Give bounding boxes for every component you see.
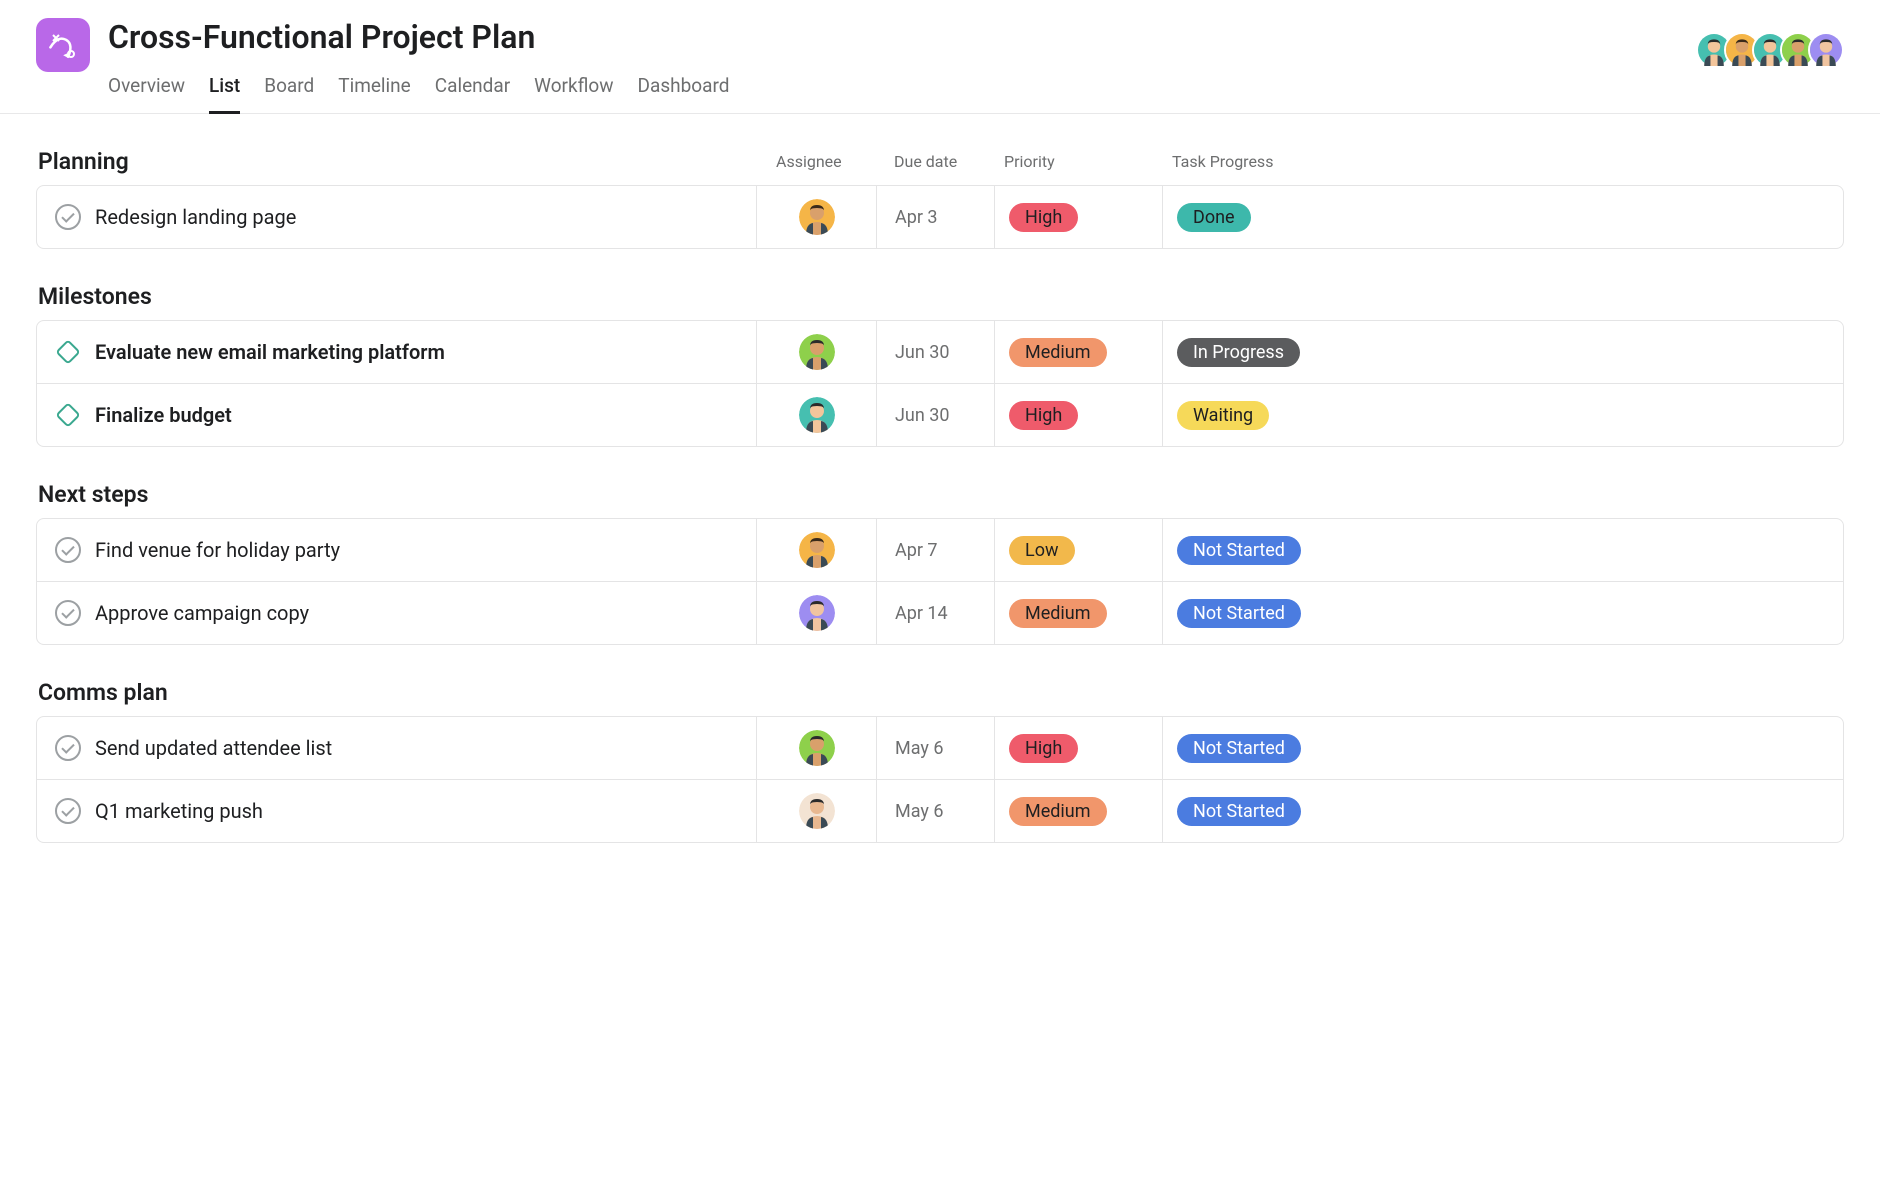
section-title[interactable]: Comms plan bbox=[36, 679, 756, 706]
assignee-avatar[interactable] bbox=[799, 595, 835, 631]
progress-cell[interactable]: Not Started bbox=[1163, 582, 1339, 644]
complete-task-icon[interactable] bbox=[55, 798, 81, 824]
progress-cell[interactable]: Done bbox=[1163, 186, 1339, 248]
task-row[interactable]: Send updated attendee list May 6 High Not … bbox=[37, 717, 1843, 780]
priority-cell[interactable]: High bbox=[995, 384, 1163, 446]
tab-calendar[interactable]: Calendar bbox=[435, 66, 510, 114]
progress-cell[interactable]: Not Started bbox=[1163, 519, 1339, 581]
tab-board[interactable]: Board bbox=[264, 66, 314, 114]
tab-overview[interactable]: Overview bbox=[108, 66, 185, 114]
project-tabs: Overview List Board Timeline Calendar Workflo… bbox=[108, 66, 1678, 113]
task-row[interactable]: Redesign landing page Apr 3 High Done bbox=[37, 186, 1843, 248]
assignee-cell[interactable] bbox=[757, 186, 877, 248]
progress-cell[interactable]: Waiting bbox=[1163, 384, 1339, 446]
due-date-cell[interactable]: Apr 7 bbox=[877, 519, 995, 581]
task-row[interactable]: Q1 marketing push May 6 Medium Not Started bbox=[37, 780, 1843, 842]
task-row[interactable]: Approve campaign copy Apr 14 Medium Not St… bbox=[37, 582, 1843, 644]
task-name[interactable]: Approve campaign copy bbox=[95, 601, 309, 625]
priority-cell[interactable]: Low bbox=[995, 519, 1163, 581]
progress-pill: Not Started bbox=[1177, 797, 1301, 826]
column-header-due_date[interactable]: Due date bbox=[876, 152, 994, 171]
milestone-icon[interactable] bbox=[55, 339, 81, 365]
assignee-cell[interactable] bbox=[757, 321, 877, 383]
priority-pill: Medium bbox=[1009, 599, 1107, 628]
column-header-task_progress[interactable]: Task Progress bbox=[1162, 152, 1338, 171]
task-row[interactable]: Finalize budget Jun 30 High Waiting bbox=[37, 384, 1843, 446]
priority-cell[interactable]: High bbox=[995, 186, 1163, 248]
task-row[interactable]: Find venue for holiday party Apr 7 Low Not… bbox=[37, 519, 1843, 582]
task-name[interactable]: Q1 marketing push bbox=[95, 799, 263, 823]
task-name[interactable]: Send updated attendee list bbox=[95, 736, 332, 760]
complete-task-icon[interactable] bbox=[55, 735, 81, 761]
assignee-avatar[interactable] bbox=[799, 532, 835, 568]
task-name[interactable]: Evaluate new email marketing platform bbox=[95, 340, 445, 364]
tab-list[interactable]: List bbox=[209, 66, 240, 114]
tab-workflow[interactable]: Workflow bbox=[534, 66, 613, 114]
due-date-cell[interactable]: Apr 3 bbox=[877, 186, 995, 248]
priority-pill: High bbox=[1009, 734, 1078, 763]
project-icon[interactable] bbox=[36, 18, 90, 72]
priority-cell[interactable]: Medium bbox=[995, 321, 1163, 383]
assignee-cell[interactable] bbox=[757, 384, 877, 446]
assignee-cell[interactable] bbox=[757, 717, 877, 779]
assignee-avatar[interactable] bbox=[799, 334, 835, 370]
progress-pill: Not Started bbox=[1177, 599, 1301, 628]
assignee-avatar[interactable] bbox=[799, 397, 835, 433]
priority-pill: Medium bbox=[1009, 338, 1107, 367]
tab-dashboard[interactable]: Dashboard bbox=[638, 66, 730, 114]
assignee-avatar[interactable] bbox=[799, 793, 835, 829]
task-name[interactable]: Finalize budget bbox=[95, 403, 232, 427]
progress-pill: Not Started bbox=[1177, 734, 1301, 763]
column-header-assignee[interactable]: Assignee bbox=[756, 152, 876, 171]
assignee-avatar[interactable] bbox=[799, 730, 835, 766]
due-date-cell[interactable]: May 6 bbox=[877, 780, 995, 842]
due-date-cell[interactable]: Jun 30 bbox=[877, 321, 995, 383]
progress-pill: Not Started bbox=[1177, 536, 1301, 565]
progress-cell[interactable]: In Progress bbox=[1163, 321, 1339, 383]
assignee-cell[interactable] bbox=[757, 582, 877, 644]
progress-pill: In Progress bbox=[1177, 338, 1300, 367]
milestone-icon[interactable] bbox=[55, 402, 81, 428]
task-row[interactable]: Evaluate new email marketing platform Ju… bbox=[37, 321, 1843, 384]
due-date-cell[interactable]: May 6 bbox=[877, 717, 995, 779]
task-name[interactable]: Redesign landing page bbox=[95, 205, 296, 229]
column-header-priority[interactable]: Priority bbox=[994, 152, 1162, 171]
priority-pill: High bbox=[1009, 203, 1078, 232]
task-name[interactable]: Find venue for holiday party bbox=[95, 538, 340, 562]
priority-cell[interactable]: Medium bbox=[995, 582, 1163, 644]
assignee-cell[interactable] bbox=[757, 780, 877, 842]
progress-pill: Waiting bbox=[1177, 401, 1269, 430]
progress-cell[interactable]: Not Started bbox=[1163, 717, 1339, 779]
section-title[interactable]: Next steps bbox=[36, 481, 756, 508]
collaborator-avatar[interactable] bbox=[1808, 32, 1844, 68]
project-title[interactable]: Cross-Functional Project Plan bbox=[108, 18, 1678, 56]
priority-pill: Low bbox=[1009, 536, 1075, 565]
assignee-cell[interactable] bbox=[757, 519, 877, 581]
collaborators[interactable] bbox=[1696, 18, 1844, 68]
complete-task-icon[interactable] bbox=[55, 204, 81, 230]
progress-cell[interactable]: Not Started bbox=[1163, 780, 1339, 842]
section-title[interactable]: Planning bbox=[36, 148, 756, 175]
section-title[interactable]: Milestones bbox=[36, 283, 756, 310]
tab-timeline[interactable]: Timeline bbox=[338, 66, 411, 114]
priority-pill: High bbox=[1009, 401, 1078, 430]
priority-pill: Medium bbox=[1009, 797, 1107, 826]
priority-cell[interactable]: High bbox=[995, 717, 1163, 779]
complete-task-icon[interactable] bbox=[55, 537, 81, 563]
assignee-avatar[interactable] bbox=[799, 199, 835, 235]
progress-pill: Done bbox=[1177, 203, 1251, 232]
priority-cell[interactable]: Medium bbox=[995, 780, 1163, 842]
due-date-cell[interactable]: Jun 30 bbox=[877, 384, 995, 446]
due-date-cell[interactable]: Apr 14 bbox=[877, 582, 995, 644]
complete-task-icon[interactable] bbox=[55, 600, 81, 626]
